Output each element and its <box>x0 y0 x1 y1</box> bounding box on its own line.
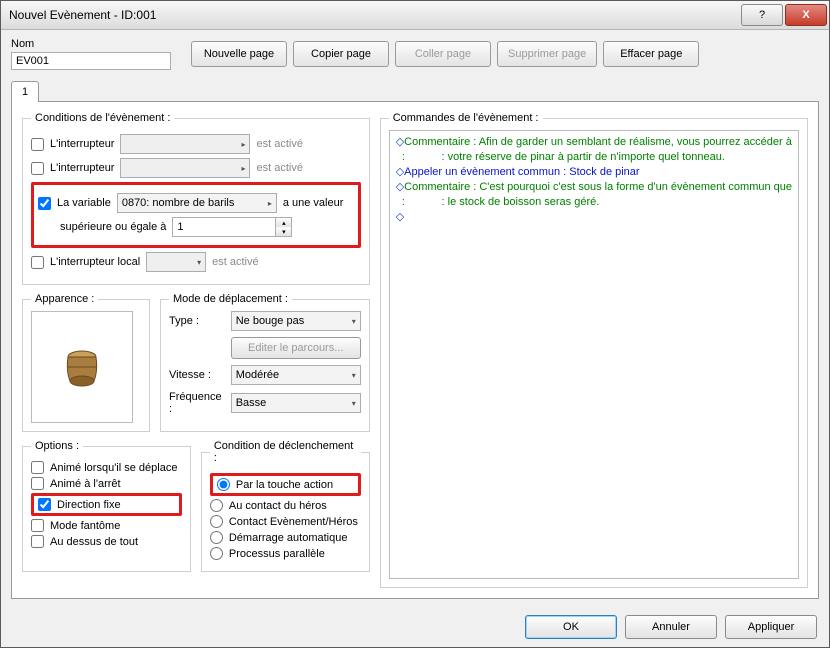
spin-down-icon[interactable]: ▾ <box>275 227 291 236</box>
move-freq-label: Fréquence : <box>169 391 223 415</box>
close-button[interactable]: X <box>785 4 827 26</box>
switch1-label: L'interrupteur <box>50 138 114 150</box>
switch1-checkbox[interactable] <box>31 138 44 151</box>
clear-page-button[interactable]: Effacer page <box>603 41 699 67</box>
ok-button[interactable]: OK <box>525 615 617 639</box>
page-tabs: 1 <box>11 80 819 101</box>
commands-group: Commandes de l'évènement : ◇Commentaire … <box>380 112 808 588</box>
trigger-hero-touch[interactable] <box>210 499 223 512</box>
titlebar: Nouvel Evènement - ID:001 ? X <box>1 1 829 30</box>
variable-op-label: supérieure ou égale à <box>60 221 166 233</box>
name-input[interactable] <box>11 52 171 70</box>
paste-page-button: Coller page <box>395 41 491 67</box>
trigger-group: Condition de déclenchement : Par la touc… <box>201 440 370 572</box>
chevron-down-icon: ▾ <box>352 317 356 326</box>
trigger-event-touch[interactable] <box>210 515 223 528</box>
switch2-checkbox[interactable] <box>31 162 44 175</box>
variable-checkbox[interactable] <box>38 197 51 210</box>
movement-legend: Mode de déplacement : <box>169 293 292 305</box>
chevron-down-icon: ▾ <box>197 258 201 267</box>
spin-up-icon[interactable]: ▴ <box>275 218 291 227</box>
selfswitch-label: L'interrupteur local <box>50 256 140 268</box>
switch1-combo[interactable]: ▸ <box>120 134 250 154</box>
barrel-icon <box>62 347 102 387</box>
chevron-down-icon: ▾ <box>352 371 356 380</box>
chevron-down-icon: ▸ <box>241 164 245 173</box>
appearance-group: Apparence : <box>22 293 150 432</box>
cancel-button[interactable]: Annuler <box>625 615 717 639</box>
move-speed-combo[interactable]: Modérée▾ <box>231 365 361 385</box>
apply-button[interactable]: Appliquer <box>725 615 817 639</box>
variable-condition-highlight: La variable 0870: nombre de barils▸ a un… <box>31 182 361 248</box>
selfswitch-checkbox[interactable] <box>31 256 44 269</box>
chevron-down-icon: ▸ <box>241 140 245 149</box>
delete-page-button: Supprimer page <box>497 41 597 67</box>
tab-page-1[interactable]: 1 <box>11 81 39 102</box>
opt-stop-anim[interactable] <box>31 477 44 490</box>
switch1-suffix: est activé <box>256 138 302 150</box>
opt-dir-fix[interactable] <box>38 498 51 511</box>
appearance-legend: Apparence : <box>31 293 98 305</box>
opt-move-anim[interactable] <box>31 461 44 474</box>
move-speed-label: Vitesse : <box>169 369 223 381</box>
variable-value-spinner[interactable]: ▴▾ <box>172 217 292 237</box>
variable-label: La variable <box>57 197 111 209</box>
trigger-action[interactable] <box>217 478 230 491</box>
copy-page-button[interactable]: Copier page <box>293 41 389 67</box>
trigger-parallel[interactable] <box>210 547 223 560</box>
variable-combo[interactable]: 0870: nombre de barils▸ <box>117 193 277 213</box>
switch2-label: L'interrupteur <box>50 162 114 174</box>
chevron-down-icon: ▸ <box>268 199 272 208</box>
trigger-legend: Condition de déclenchement : <box>210 440 361 464</box>
conditions-group: Conditions de l'évènement : L'interrupte… <box>22 112 370 285</box>
opt-on-top[interactable] <box>31 535 44 548</box>
help-button[interactable]: ? <box>741 4 783 26</box>
conditions-legend: Conditions de l'évènement : <box>31 112 174 124</box>
window-title: Nouvel Evènement - ID:001 <box>9 8 739 22</box>
graphic-picker[interactable] <box>31 311 133 423</box>
opt-through[interactable] <box>31 519 44 532</box>
new-page-button[interactable]: Nouvelle page <box>191 41 287 67</box>
move-type-combo[interactable]: Ne bouge pas▾ <box>231 311 361 331</box>
variable-suffix: a une valeur <box>283 197 344 209</box>
options-legend: Options : <box>31 440 83 452</box>
switch2-suffix: est activé <box>256 162 302 174</box>
variable-value-input[interactable] <box>173 218 275 236</box>
selfswitch-combo[interactable]: ▾ <box>146 252 206 272</box>
dialog-footer: OK Annuler Appliquer <box>1 607 829 647</box>
chevron-down-icon: ▾ <box>352 399 356 408</box>
command-list[interactable]: ◇Commentaire : Afin de garder un semblan… <box>389 130 799 579</box>
movement-group: Mode de déplacement : Type : Ne bouge pa… <box>160 293 370 432</box>
trigger-autorun[interactable] <box>210 531 223 544</box>
event-dialog: Nouvel Evènement - ID:001 ? X Nom Nouvel… <box>0 0 830 648</box>
move-type-label: Type : <box>169 315 223 327</box>
name-label: Nom <box>11 38 171 50</box>
selfswitch-suffix: est activé <box>212 256 258 268</box>
move-freq-combo[interactable]: Basse▾ <box>231 393 361 413</box>
switch2-combo[interactable]: ▸ <box>120 158 250 178</box>
edit-route-button: Editer le parcours... <box>231 337 361 359</box>
options-group: Options : Animé lorsqu'il se déplace Ani… <box>22 440 191 572</box>
commands-legend: Commandes de l'évènement : <box>389 112 543 124</box>
